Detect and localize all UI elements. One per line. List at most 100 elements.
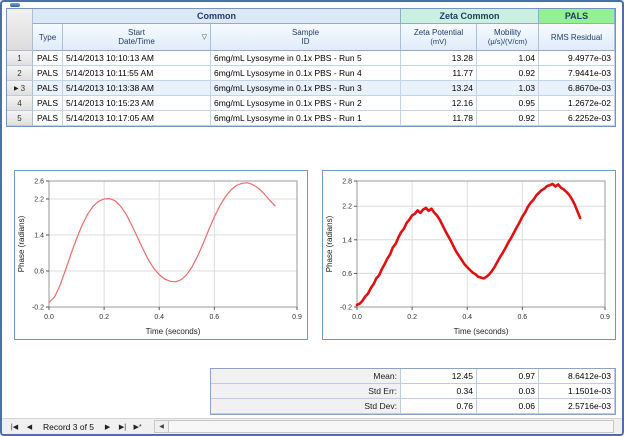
- cell-mobility[interactable]: 0.92: [477, 66, 539, 81]
- svg-text:0.2: 0.2: [99, 314, 109, 321]
- phase-plot-fitted-svg: 0.00.20.40.60.9-0.20.61.42.22.6Time (sec…: [15, 171, 307, 339]
- svg-text:0.9: 0.9: [292, 314, 302, 321]
- summary-zeta-stddev: 0.76: [401, 399, 477, 414]
- summary-rms-stderr: 1.1501e-03: [539, 384, 615, 399]
- summary-zeta-mean: 12.45: [401, 369, 477, 384]
- svg-text:2.2: 2.2: [34, 197, 44, 204]
- cell-start-datetime[interactable]: 5/14/2013 10:11:55 AM: [63, 66, 211, 81]
- scroll-left-button[interactable]: ◀: [155, 421, 169, 432]
- summary-mobility-mean: 0.97: [477, 369, 539, 384]
- results-grid: 1 2 ▶3 4 5 Common Zeta Common PALS Type …: [6, 8, 616, 127]
- row-number: 3: [21, 84, 25, 93]
- svg-text:2.8: 2.8: [342, 179, 352, 186]
- svg-text:-0.2: -0.2: [32, 305, 44, 312]
- col-header-rms-residual[interactable]: RMS Residual: [539, 24, 615, 51]
- phase-plot-fitted: 0.00.20.40.60.9-0.20.61.42.22.6Time (sec…: [14, 170, 308, 340]
- summary-zeta-stderr: 0.34: [401, 384, 477, 399]
- cell-sample-id[interactable]: 6mg/mL Lysosyme in 0.1x PBS - Run 2: [211, 96, 401, 111]
- summary-stats-table: Mean: 12.45 0.97 8.6412e-03 Std Err: 0.3…: [210, 368, 616, 415]
- summary-row-mean: Mean: 12.45 0.97 8.6412e-03: [211, 369, 615, 384]
- row-number: 4: [17, 99, 21, 108]
- row-selector-2[interactable]: 2: [7, 66, 33, 81]
- new-record-button[interactable]: ▶*: [131, 420, 144, 433]
- summary-mobility-stderr: 0.03: [477, 384, 539, 399]
- row-selector-5[interactable]: 5: [7, 111, 33, 126]
- col-header-start-datetime[interactable]: Start Date/Time ▽: [63, 24, 211, 51]
- cell-type[interactable]: PALS: [33, 96, 63, 111]
- group-header-pals: PALS: [539, 9, 615, 24]
- cell-start-datetime[interactable]: 5/14/2013 10:13:38 AM: [63, 81, 211, 96]
- cell-type[interactable]: PALS: [33, 111, 63, 126]
- scrollbar-track[interactable]: [169, 421, 613, 432]
- table-row[interactable]: PALS 5/14/2013 10:15:23 AM 6mg/mL Lysosy…: [33, 96, 615, 111]
- group-header-row: Common Zeta Common PALS: [33, 9, 615, 24]
- svg-text:-0.2: -0.2: [340, 305, 352, 312]
- table-row[interactable]: PALS 5/14/2013 10:10:13 AM 6mg/mL Lysosy…: [33, 51, 615, 66]
- selector-header-cell[interactable]: [7, 9, 33, 51]
- cell-start-datetime[interactable]: 5/14/2013 10:15:23 AM: [63, 96, 211, 111]
- window-icon: [10, 3, 20, 7]
- cell-sample-id[interactable]: 6mg/mL Lysosyme in 0.1x PBS - Run 3: [211, 81, 401, 96]
- record-navigator: |◀ ◀ Record 3 of 5 ▶ ▶| ▶* ◀: [2, 418, 622, 434]
- svg-text:1.4: 1.4: [342, 237, 352, 244]
- cell-zeta-potential[interactable]: 11.78: [401, 111, 477, 126]
- cell-sample-id[interactable]: 6mg/mL Lysosyme in 0.1x PBS - Run 4: [211, 66, 401, 81]
- cell-rms-residual[interactable]: 1.2672e-02: [539, 96, 615, 111]
- svg-text:0.0: 0.0: [352, 314, 362, 321]
- next-record-button[interactable]: ▶: [101, 420, 114, 433]
- cell-sample-id[interactable]: 6mg/mL Lysosyme in 0.1x PBS - Run 1: [211, 111, 401, 126]
- cell-mobility[interactable]: 1.04: [477, 51, 539, 66]
- cell-rms-residual[interactable]: 9.4977e-03: [539, 51, 615, 66]
- svg-text:0.6: 0.6: [34, 269, 44, 276]
- svg-text:Time (seconds): Time (seconds): [454, 327, 509, 336]
- cell-mobility[interactable]: 1.03: [477, 81, 539, 96]
- cell-type[interactable]: PALS: [33, 81, 63, 96]
- row-number: 5: [17, 114, 21, 123]
- svg-text:2.6: 2.6: [34, 179, 44, 186]
- cell-sample-id[interactable]: 6mg/mL Lysosyme in 0.1x PBS - Run 5: [211, 51, 401, 66]
- col-header-mobility[interactable]: Mobility (μ/s)/(V/cm): [477, 24, 539, 51]
- table-row[interactable]: PALS 5/14/2013 10:17:05 AM 6mg/mL Lysosy…: [33, 111, 615, 126]
- group-header-common: Common: [33, 9, 401, 24]
- first-record-button[interactable]: |◀: [8, 420, 21, 433]
- cell-mobility[interactable]: 0.92: [477, 111, 539, 126]
- cell-start-datetime[interactable]: 5/14/2013 10:17:05 AM: [63, 111, 211, 126]
- col-header-type[interactable]: Type: [33, 24, 63, 51]
- svg-text:0.6: 0.6: [342, 271, 352, 278]
- table-row[interactable]: PALS 5/14/2013 10:11:55 AM 6mg/mL Lysosy…: [33, 66, 615, 81]
- cell-zeta-potential[interactable]: 13.28: [401, 51, 477, 66]
- col-header-sample-id[interactable]: Sample ID: [211, 24, 401, 51]
- horizontal-scrollbar[interactable]: ◀: [154, 420, 614, 433]
- cell-type[interactable]: PALS: [33, 66, 63, 81]
- prior-record-button[interactable]: ◀: [23, 420, 36, 433]
- cell-start-datetime[interactable]: 5/14/2013 10:10:13 AM: [63, 51, 211, 66]
- svg-text:0.4: 0.4: [154, 314, 164, 321]
- cell-mobility[interactable]: 0.95: [477, 96, 539, 111]
- svg-text:0.6: 0.6: [209, 314, 219, 321]
- svg-text:0.6: 0.6: [517, 314, 527, 321]
- results-window: 1 2 ▶3 4 5 Common Zeta Common PALS Type …: [0, 0, 624, 436]
- svg-text:0.9: 0.9: [600, 314, 610, 321]
- svg-text:Phase (radians): Phase (radians): [325, 215, 334, 272]
- svg-text:Time (seconds): Time (seconds): [146, 327, 201, 336]
- summary-rms-mean: 8.6412e-03: [539, 369, 615, 384]
- cell-zeta-potential[interactable]: 13.24: [401, 81, 477, 96]
- table-row-selected[interactable]: PALS 5/14/2013 10:13:38 AM 6mg/mL Lysosy…: [33, 81, 615, 96]
- cell-zeta-potential[interactable]: 12.16: [401, 96, 477, 111]
- cell-type[interactable]: PALS: [33, 51, 63, 66]
- row-number: 1: [17, 54, 21, 63]
- svg-text:Phase (radians): Phase (radians): [17, 215, 26, 272]
- sort-descending-icon[interactable]: ▽: [202, 33, 207, 42]
- row-selector-4[interactable]: 4: [7, 96, 33, 111]
- col-header-zeta-potential[interactable]: Zeta Potential (mV): [401, 24, 477, 51]
- last-record-button[interactable]: ▶|: [116, 420, 129, 433]
- cell-zeta-potential[interactable]: 11.77: [401, 66, 477, 81]
- svg-text:1.4: 1.4: [34, 233, 44, 240]
- row-selector-1[interactable]: 1: [7, 51, 33, 66]
- cell-rms-residual[interactable]: 6.2252e-03: [539, 111, 615, 126]
- row-number: 2: [17, 69, 21, 78]
- cell-rms-residual[interactable]: 6.8670e-03: [539, 81, 615, 96]
- summary-label: Mean:: [211, 369, 401, 384]
- cell-rms-residual[interactable]: 7.9441e-03: [539, 66, 615, 81]
- row-selector-3[interactable]: ▶3: [7, 81, 33, 96]
